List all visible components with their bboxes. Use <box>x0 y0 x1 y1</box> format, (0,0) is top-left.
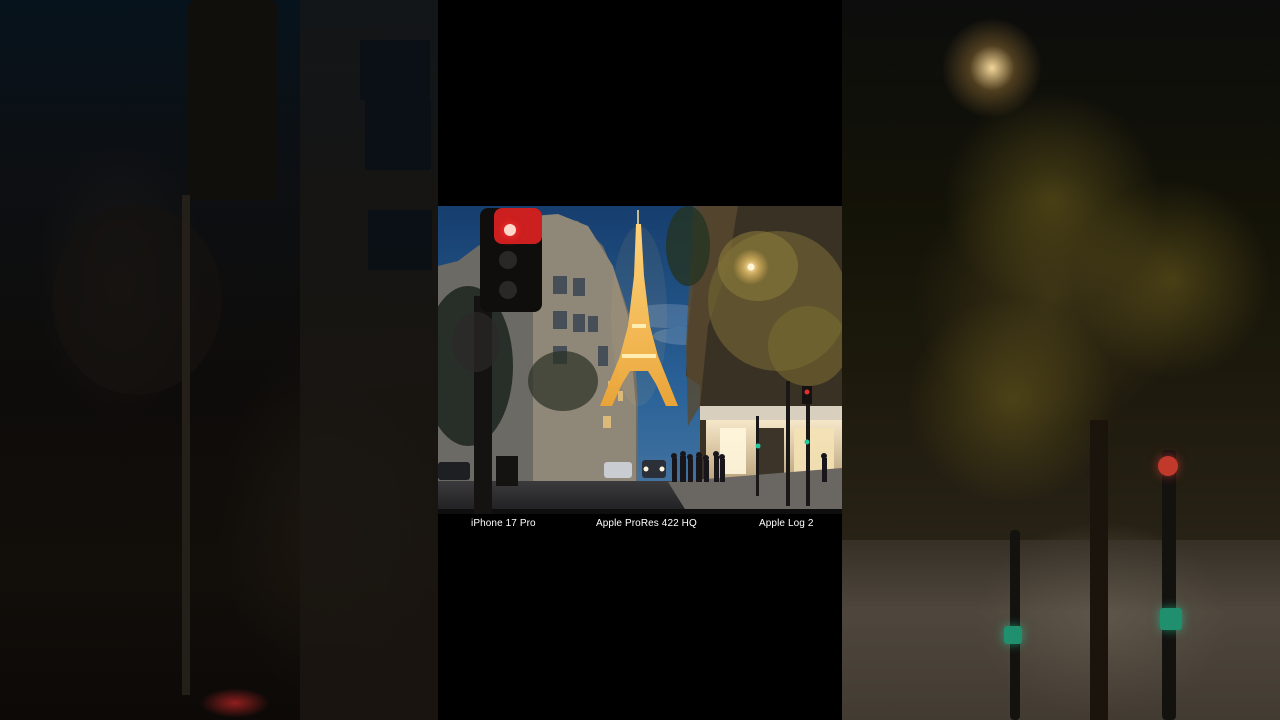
green-pedestrian-signal <box>1004 626 1022 644</box>
red-signal-light <box>1158 456 1178 476</box>
traffic-light-pole <box>1010 530 1020 720</box>
green-pedestrian-signal <box>1160 608 1182 630</box>
traffic-light-housing <box>188 0 278 200</box>
blurred-background-left <box>0 0 438 720</box>
storefront <box>842 540 1280 720</box>
paris-street-scene <box>438 206 842 514</box>
caption-log-profile: Apple Log 2 <box>759 518 814 529</box>
traffic-light-pole <box>182 195 190 695</box>
street-sign <box>52 205 222 395</box>
video-player[interactable]: iPhone 17 Pro Apple ProRes 422 HQ Apple … <box>438 0 842 720</box>
window <box>368 210 432 270</box>
blurred-background-right <box>842 0 1280 720</box>
tree-trunk <box>1090 420 1108 720</box>
tail-light-glow <box>200 688 270 718</box>
caption-device: iPhone 17 Pro <box>471 518 536 529</box>
window <box>365 100 431 170</box>
video-captions: iPhone 17 Pro Apple ProRes 422 HQ Apple … <box>438 518 842 532</box>
traffic-light-pole <box>1162 450 1176 720</box>
caption-codec: Apple ProRes 422 HQ <box>596 518 697 529</box>
tree-foliage <box>902 300 1122 500</box>
video-frame[interactable] <box>438 206 842 514</box>
window <box>360 40 430 100</box>
